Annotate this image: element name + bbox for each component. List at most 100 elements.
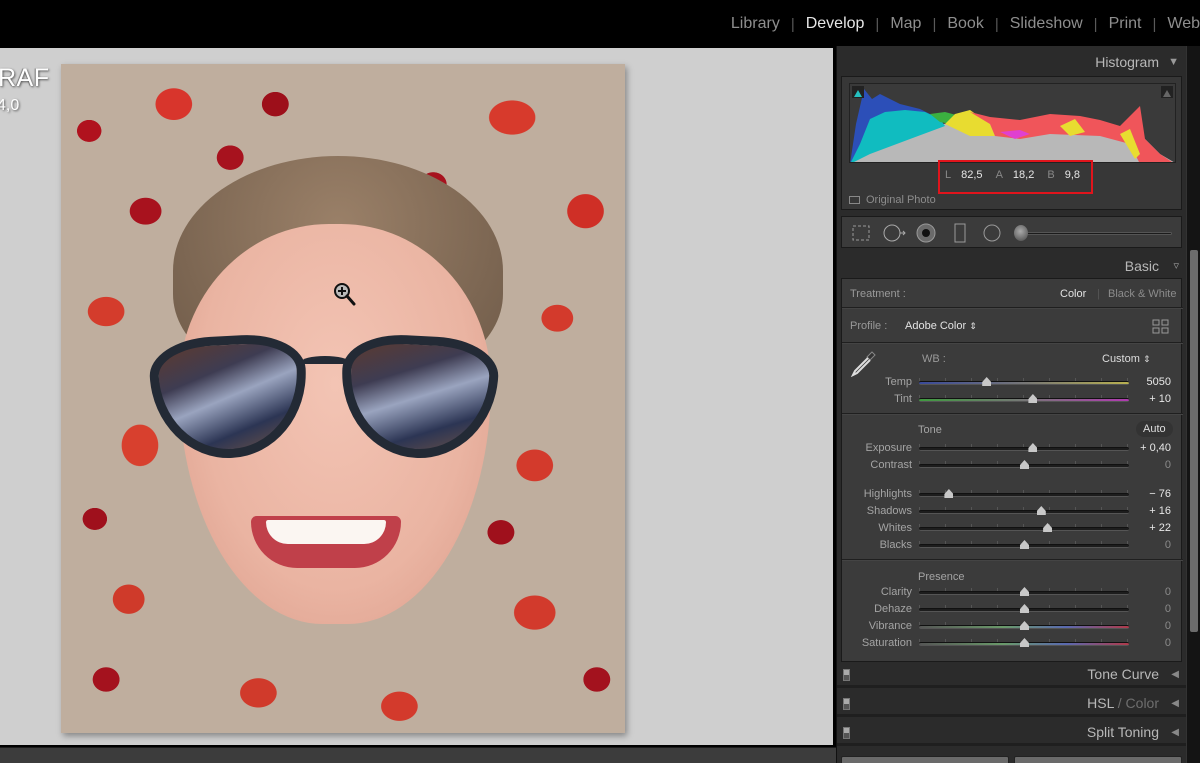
slider-row-contrast: Contrast 0	[842, 459, 1183, 473]
exposure-label: Exposure	[865, 442, 912, 454]
slider-row-blacks: Blacks 0	[842, 539, 1183, 553]
scrollbar-thumb[interactable]	[1190, 250, 1198, 632]
zoom-in-cursor-icon	[334, 283, 356, 306]
spot-removal-icon[interactable]	[882, 223, 908, 243]
module-print[interactable]: Print	[1109, 15, 1142, 33]
exposure-slider[interactable]	[919, 443, 1129, 452]
contrast-value[interactable]: 0	[1131, 459, 1171, 471]
profile-chevron-icon: ⇕	[969, 321, 977, 331]
basic-header[interactable]: Basic ▿	[837, 254, 1187, 278]
module-library[interactable]: Library	[731, 15, 780, 33]
saturation-label: Saturation	[861, 637, 912, 649]
panel-toggle-switch[interactable]	[843, 727, 850, 739]
expand-triangle-icon[interactable]: ◀	[1171, 727, 1179, 738]
temp-value[interactable]: 5050	[1131, 376, 1171, 388]
graduated-filter-icon[interactable]	[950, 223, 970, 243]
vibrance-value[interactable]: 0	[1131, 620, 1171, 632]
temp-slider[interactable]	[919, 377, 1129, 386]
shadows-value[interactable]: + 16	[1131, 505, 1171, 517]
original-photo-toggle[interactable]: Original Photo	[849, 194, 936, 206]
exposure-value[interactable]: + 0,40	[1131, 442, 1171, 454]
module-separator: |	[994, 15, 999, 33]
saturation-value[interactable]: 0	[1131, 637, 1171, 649]
module-separator: |	[875, 15, 880, 33]
blacks-value[interactable]: 0	[1131, 539, 1171, 551]
highlights-slider[interactable]	[919, 489, 1129, 498]
reset-button[interactable]	[1014, 756, 1182, 763]
panel-toggle-switch[interactable]	[843, 669, 850, 681]
saturation-slider[interactable]	[919, 638, 1129, 647]
clarity-label: Clarity	[880, 586, 912, 598]
original-photo-checkbox[interactable]	[849, 196, 860, 204]
whites-slider[interactable]	[919, 523, 1129, 532]
wb-eyedropper-icon[interactable]	[850, 349, 878, 377]
dehaze-value[interactable]: 0	[1131, 603, 1171, 615]
tint-value[interactable]: + 10	[1131, 393, 1171, 405]
wb-label: WB :	[922, 353, 946, 365]
radial-filter-icon[interactable]	[982, 223, 1002, 243]
contrast-label: Contrast	[870, 459, 912, 471]
previous-button[interactable]	[841, 756, 1009, 763]
treatment-row: Treatment : Color | Black & White	[842, 288, 1183, 302]
treatment-color-option[interactable]: Color	[1060, 288, 1086, 300]
wb-select[interactable]: Custom ⇕	[1102, 353, 1151, 365]
panel-title-secondary: / Color	[1113, 695, 1159, 711]
profile-browser-grid-icon[interactable]	[1152, 319, 1170, 335]
treatment-label: Treatment :	[850, 288, 906, 300]
tint-slider[interactable]	[919, 394, 1129, 403]
panel-header-hsl[interactable]: HSL / Color ◀	[837, 691, 1187, 717]
tone-title: Tone	[918, 424, 942, 436]
clarity-slider[interactable]	[919, 587, 1129, 596]
panel-header-split-toning[interactable]: Split Toning ◀	[837, 720, 1187, 746]
slider-row-tint: Tint + 10	[842, 393, 1183, 407]
panel-toggle-switch[interactable]	[843, 698, 850, 710]
expand-triangle-icon[interactable]: ◀	[1171, 669, 1179, 680]
original-photo-label: Original Photo	[866, 194, 936, 206]
module-separator: |	[932, 15, 937, 33]
module-map[interactable]: Map	[890, 15, 921, 33]
red-eye-icon[interactable]	[916, 223, 936, 243]
module-book[interactable]: Book	[947, 15, 983, 33]
histogram-chart	[850, 89, 1174, 162]
divider	[842, 559, 1183, 561]
whites-value[interactable]: + 22	[1131, 522, 1171, 534]
vibrance-slider[interactable]	[919, 621, 1129, 630]
highlight-clipping-icon[interactable]	[1161, 86, 1173, 98]
right-panel: Histogram ▼ L 82,5 A 18,2 B 9,8 Original…	[836, 46, 1200, 763]
blacks-slider[interactable]	[919, 540, 1129, 549]
expand-triangle-icon[interactable]: ◀	[1171, 698, 1179, 709]
panel-title-main: Tone Curve	[1087, 666, 1159, 682]
crop-overlay-icon[interactable]	[851, 223, 871, 243]
treatment-bw-option[interactable]: Black & White	[1108, 288, 1176, 300]
histogram-graph[interactable]	[849, 83, 1176, 163]
tool-strip	[841, 216, 1182, 248]
photo-lens-left	[147, 332, 311, 462]
dehaze-slider[interactable]	[919, 604, 1129, 613]
collapse-triangle-icon[interactable]: ▿	[1173, 254, 1179, 278]
adjustment-brush-icon[interactable]	[1014, 225, 1028, 241]
highlights-value[interactable]: − 76	[1131, 488, 1171, 500]
profile-select[interactable]: Adobe Color ⇕	[905, 320, 977, 332]
contrast-slider[interactable]	[919, 460, 1129, 469]
panel-header-tone-curve[interactable]: Tone Curve ◀	[837, 662, 1187, 688]
module-web[interactable]: Web	[1167, 15, 1200, 33]
shadows-slider[interactable]	[919, 506, 1129, 515]
module-slideshow[interactable]: Slideshow	[1010, 15, 1083, 33]
auto-tone-button[interactable]: Auto	[1136, 421, 1173, 437]
histogram-panel: L 82,5 A 18,2 B 9,8 Original Photo	[841, 76, 1182, 210]
slider-row-saturation: Saturation 0	[842, 637, 1183, 651]
panel-title: HSL / Color	[1087, 695, 1159, 711]
dehaze-label: Dehaze	[874, 603, 912, 615]
shadow-clipping-icon[interactable]	[852, 86, 864, 98]
brush-size-slider[interactable]	[1022, 232, 1172, 235]
module-develop[interactable]: Develop	[806, 15, 865, 33]
right-panel-scrollbar[interactable]	[1186, 46, 1200, 763]
image-workspace[interactable]: RAF 4,0	[0, 48, 833, 745]
clarity-value[interactable]: 0	[1131, 586, 1171, 598]
presence-title: Presence	[918, 571, 965, 583]
histogram-header[interactable]: Histogram ▼	[837, 50, 1187, 74]
photo-lens-right	[337, 332, 501, 462]
module-separator: |	[790, 15, 795, 33]
photo-preview[interactable]	[61, 64, 625, 733]
collapse-triangle-icon[interactable]: ▼	[1168, 50, 1179, 74]
